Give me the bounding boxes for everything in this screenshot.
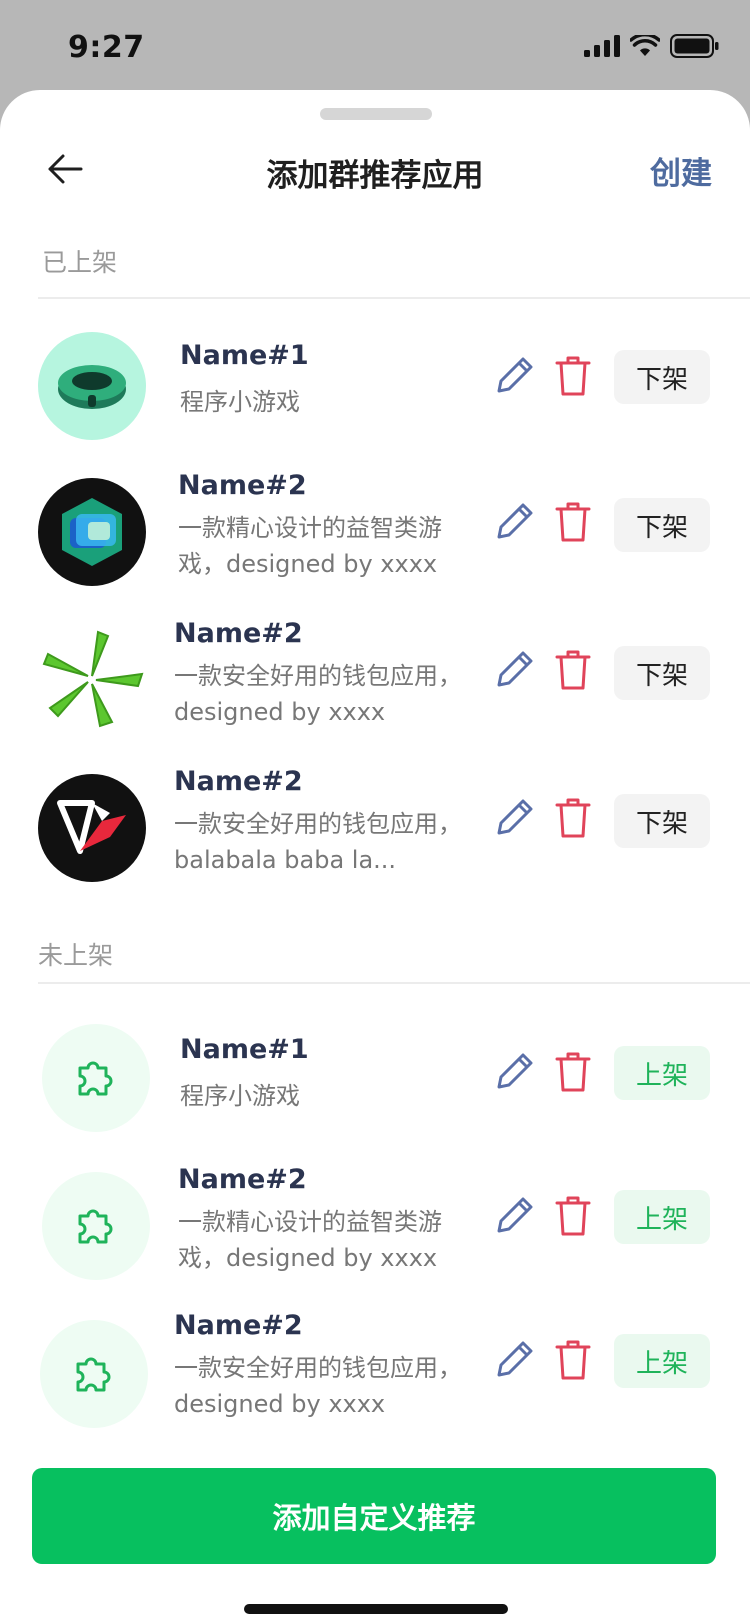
divider [38, 297, 750, 299]
delete-button[interactable] [550, 646, 596, 694]
edit-button[interactable] [490, 1048, 538, 1096]
section-label-listed: 已上架 [42, 248, 118, 277]
edit-button[interactable] [490, 352, 538, 400]
status-time: 9:27 [68, 30, 145, 65]
home-indicator [244, 1604, 508, 1614]
pencil-icon [497, 1053, 533, 1089]
app-desc: 程序小游戏 [180, 1082, 300, 1110]
create-button[interactable]: 创建 [650, 148, 712, 193]
delete-button[interactable] [550, 1192, 596, 1240]
edit-button[interactable] [490, 498, 538, 546]
list-item: Name#2 一款安全好用的钱包应用，balabala baba la... 下… [0, 764, 750, 904]
pencil-icon [497, 1197, 533, 1233]
puzzle-icon [42, 1024, 150, 1132]
pencil-icon [497, 503, 533, 539]
wifi-icon [630, 35, 660, 56]
unlist-button[interactable]: 下架 [614, 498, 710, 552]
list-button[interactable]: 上架 [614, 1190, 710, 1244]
trash-icon [555, 1340, 591, 1380]
app-name: Name#1 [180, 340, 309, 371]
edit-button[interactable] [490, 646, 538, 694]
trash-icon [555, 798, 591, 838]
app-desc: 一款精心设计的益智类游戏，designed by xxxx [178, 514, 442, 578]
app-name: Name#2 [174, 618, 303, 649]
list-item: Name#2 一款精心设计的益智类游戏，designed by xxxx 下架 [0, 468, 750, 608]
edit-button[interactable] [490, 794, 538, 842]
page-title: 添加群推荐应用 [266, 158, 484, 194]
pencil-icon [497, 651, 533, 687]
list-item: Name#2 一款安全好用的钱包应用，designed by xxxx 下架 [0, 616, 750, 756]
app-desc: 一款精心设计的益智类游戏，designed by xxxx [178, 1208, 442, 1272]
delete-button[interactable] [550, 1048, 596, 1096]
puzzle-icon [40, 1320, 148, 1428]
unlist-button[interactable]: 下架 [614, 646, 710, 700]
section-label-unlisted: 未上架 [38, 941, 114, 970]
app-desc: 一款安全好用的钱包应用，designed by xxxx [174, 1354, 462, 1418]
trash-icon [555, 502, 591, 542]
status-icons [584, 34, 720, 58]
v-logo-icon [38, 774, 146, 882]
app-name: Name#2 [174, 766, 303, 797]
list-item: Name#1 程序小游戏 下架 [0, 322, 750, 462]
trash-icon [555, 1196, 591, 1236]
list-item: Name#2 一款精心设计的益智类游戏，designed by xxxx 上架 [0, 1162, 750, 1302]
bottom-sheet: 添加群推荐应用 创建 已上架 Name#1 程序小游戏 下架 Name#2 一款… [0, 90, 750, 1624]
cube-app-icon [38, 478, 146, 586]
list-button[interactable]: 上架 [614, 1334, 710, 1388]
unlist-button[interactable]: 下架 [614, 794, 710, 848]
nav-bar: 添加群推荐应用 创建 [0, 130, 750, 220]
app-desc: 一款安全好用的钱包应用，balabala baba la... [174, 810, 462, 874]
app-name: Name#2 [178, 1164, 307, 1195]
pencil-icon [497, 799, 533, 835]
app-desc: 一款安全好用的钱包应用，designed by xxxx [174, 662, 462, 726]
app-name: Name#1 [180, 1034, 309, 1065]
sheet-grabber[interactable] [320, 108, 432, 120]
divider [38, 982, 750, 984]
list-item: Name#2 一款安全好用的钱包应用，designed by xxxx 上架 [0, 1310, 750, 1450]
delete-button[interactable] [550, 1336, 596, 1384]
delete-button[interactable] [550, 352, 596, 400]
trash-icon [555, 1052, 591, 1092]
app-name: Name#2 [174, 1310, 303, 1341]
green-star-icon [38, 626, 146, 734]
pencil-icon [497, 357, 533, 393]
app-name: Name#2 [178, 470, 307, 501]
signal-icon [584, 35, 620, 57]
edit-button[interactable] [490, 1336, 538, 1384]
list-button[interactable]: 上架 [614, 1046, 710, 1100]
add-custom-recommendation-button[interactable]: 添加自定义推荐 [32, 1468, 716, 1564]
delete-button[interactable] [550, 794, 596, 842]
list-item: Name#1 程序小游戏 上架 [0, 1014, 750, 1154]
puzzle-icon [42, 1172, 150, 1280]
trash-icon [555, 356, 591, 396]
battery-icon [670, 34, 719, 58]
app-desc: 程序小游戏 [180, 388, 300, 416]
edit-button[interactable] [490, 1192, 538, 1240]
pencil-icon [497, 1341, 533, 1377]
unlist-button[interactable]: 下架 [614, 350, 710, 404]
delete-button[interactable] [550, 498, 596, 546]
status-bar: 9:27 [0, 0, 750, 90]
trash-icon [555, 650, 591, 690]
stadium-icon [38, 332, 146, 440]
